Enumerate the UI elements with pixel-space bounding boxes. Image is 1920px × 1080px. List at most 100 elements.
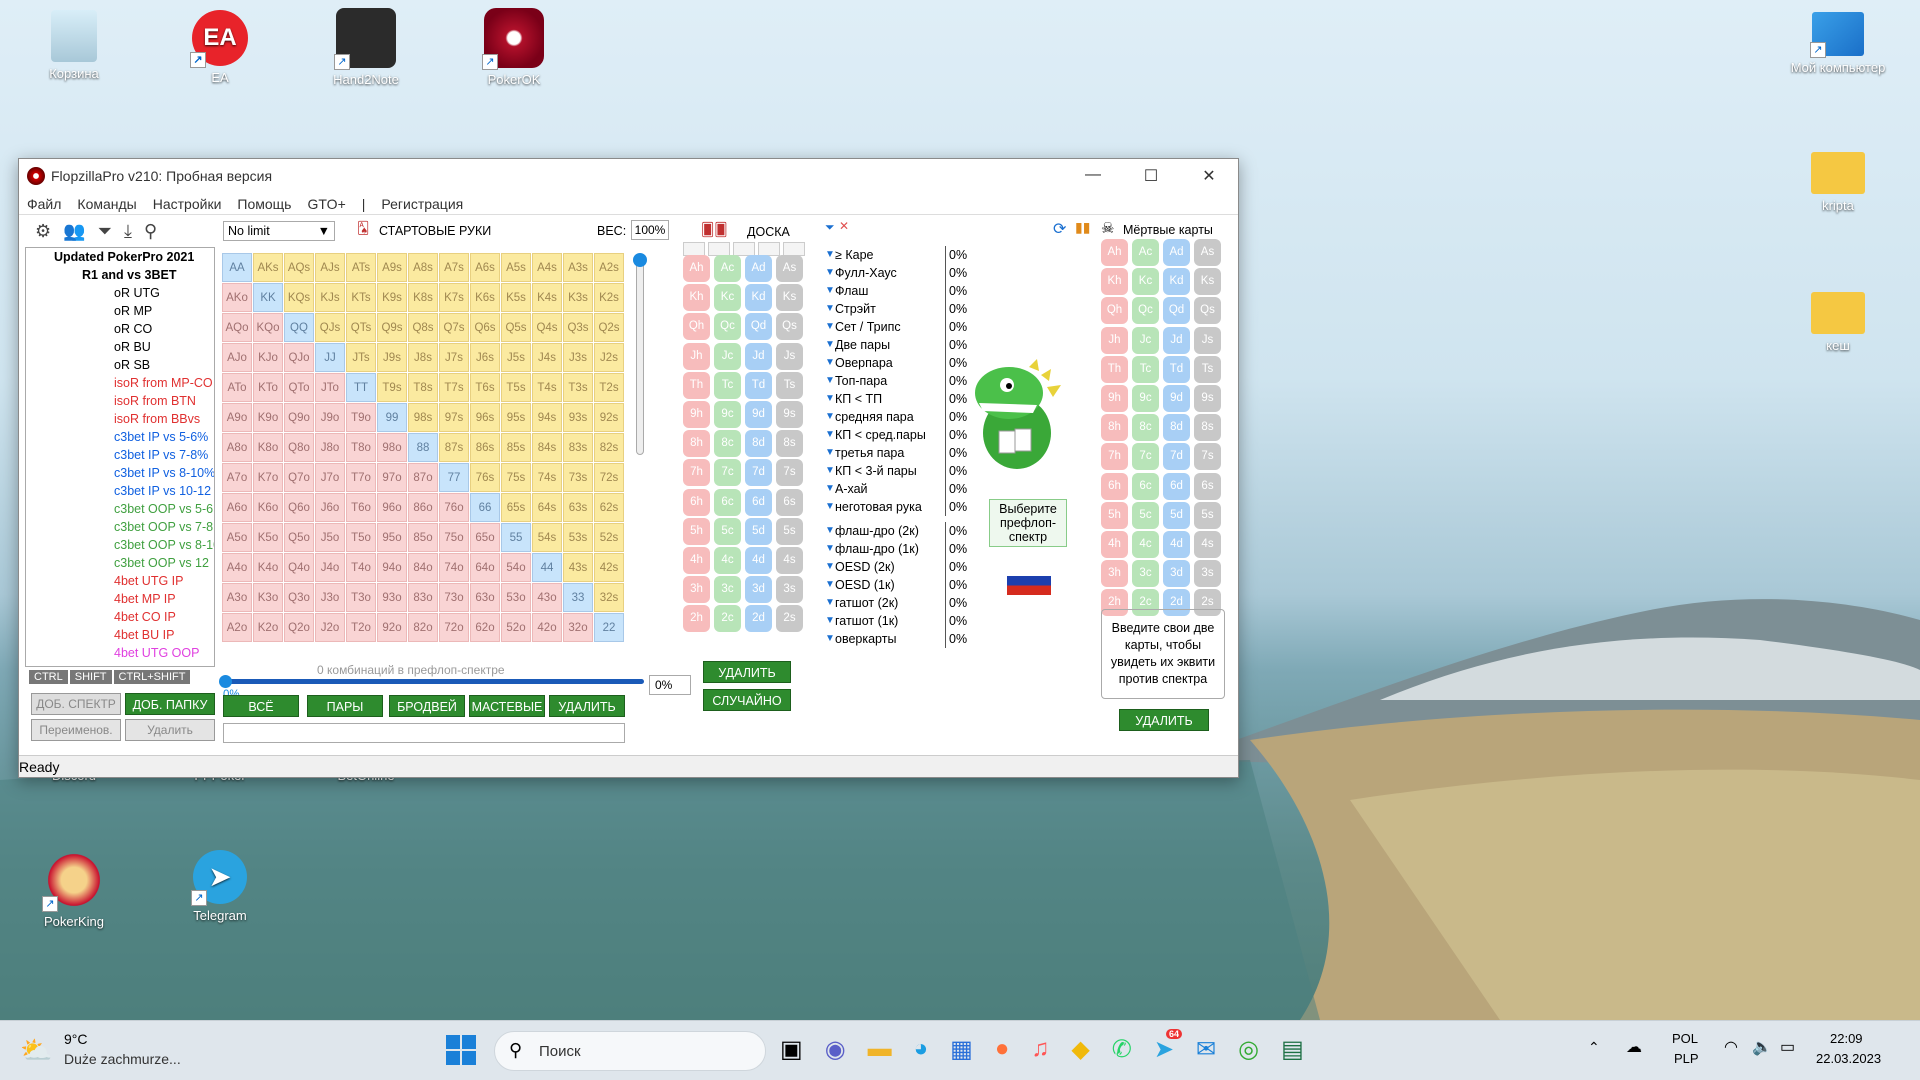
dead-cards-delete-button[interactable]: УДАЛИТЬ [1119, 709, 1209, 731]
hand-cell[interactable]: Q3o [284, 583, 314, 612]
hand-cell[interactable]: 99 [377, 403, 407, 432]
hand-cell[interactable]: 94o [377, 553, 407, 582]
stat-row[interactable]: ▼ Флаш 0% [825, 282, 967, 300]
card-Jc[interactable]: Jc [714, 342, 741, 370]
hand-cell[interactable]: KQo [253, 313, 283, 342]
stat-row[interactable]: ▼ Фулл-Хаус 0% [825, 264, 967, 282]
tree-folder[interactable]: R1 and vs 3BET [26, 266, 214, 284]
card-5c[interactable]: 5c [714, 517, 741, 545]
card-Qh[interactable]: Qh [1101, 297, 1128, 325]
tree-item[interactable]: isoR from MP-CO [26, 374, 214, 392]
mail-icon[interactable]: ✉ [1196, 1035, 1216, 1064]
equity-hint-box[interactable]: Введите свои две карты, чтобы увидеть их… [1101, 609, 1225, 699]
hand-cell[interactable]: AQo [222, 313, 252, 342]
hand-cell[interactable]: A8o [222, 433, 252, 462]
filter-icon[interactable]: ▼ [825, 594, 835, 612]
menu-registration[interactable]: Регистрация [373, 196, 471, 212]
hand-cell[interactable]: T7s [439, 373, 469, 402]
card-6s[interactable]: 6s [776, 488, 803, 516]
menu-help[interactable]: Помощь [229, 196, 299, 212]
card-5h[interactable]: 5h [1101, 501, 1128, 529]
tree-item[interactable]: c3bet OOP vs 7-8 [26, 518, 214, 536]
tree-item[interactable]: oR BU [26, 338, 214, 356]
lang-2[interactable]: PLP [1674, 1051, 1699, 1066]
hand-cell[interactable]: 54s [532, 523, 562, 552]
desktop-icon-telegram[interactable]: ➤ ↗ Telegram [172, 850, 268, 923]
hand-cell[interactable]: 88 [408, 433, 438, 462]
edge-icon[interactable]: ◕ [914, 1035, 929, 1064]
card-7h[interactable]: 7h [683, 459, 710, 487]
stat-row[interactable]: ▼ флаш-дро (1к) 0% [825, 540, 967, 558]
hand-cell[interactable]: 62s [594, 493, 624, 522]
stat-row[interactable]: ▼ КП < сред.пары 0% [825, 426, 967, 444]
hand-cell[interactable]: J2s [594, 343, 624, 372]
hand-cell[interactable]: K7o [253, 463, 283, 492]
hand-cell[interactable]: A6s [470, 253, 500, 282]
russian-flag-icon[interactable] [1007, 567, 1051, 595]
hand-cell[interactable]: A5s [501, 253, 531, 282]
board-random-button[interactable]: СЛУЧАЙНО [703, 689, 791, 711]
hand-cell[interactable]: J4s [532, 343, 562, 372]
hand-cell[interactable]: Q5o [284, 523, 314, 552]
import-icon[interactable]: ⤓ [124, 221, 132, 242]
filter-icon[interactable]: ▼ [825, 408, 835, 426]
hand-cell[interactable]: 97o [377, 463, 407, 492]
hand-cell[interactable]: 94s [532, 403, 562, 432]
hand-cell[interactable]: T4o [346, 553, 376, 582]
card-7c[interactable]: 7c [714, 459, 741, 487]
hand-cell[interactable]: Q8o [284, 433, 314, 462]
card-Qs[interactable]: Qs [1194, 297, 1221, 325]
gear-icon[interactable]: ⚙ [35, 221, 51, 242]
stat-row[interactable]: ▼ КП < ТП 0% [825, 390, 967, 408]
card-Kh[interactable]: Kh [1101, 268, 1128, 296]
battery-icon[interactable]: ▭ [1780, 1037, 1795, 1057]
card-2s[interactable]: 2s [776, 605, 803, 633]
card-Jc[interactable]: Jc [1132, 326, 1159, 354]
card-Ad[interactable]: Ad [1163, 239, 1190, 266]
desktop-icon-my-computer[interactable]: ↗ Мой компьютер [1788, 12, 1888, 75]
hand-cell[interactable]: 82s [594, 433, 624, 462]
range-tree[interactable]: Updated PokerPro 2021 R1 and vs 3BET oR … [25, 247, 215, 667]
filter-icon[interactable]: ▼ [825, 246, 835, 264]
filter-icon[interactable]: ▼ [825, 444, 835, 462]
tree-item[interactable]: isoR from BTN [26, 392, 214, 410]
hand-cell[interactable]: AKs [253, 253, 283, 282]
hand-cell[interactable]: T9s [377, 373, 407, 402]
board-slot[interactable] [708, 242, 730, 256]
tree-item[interactable]: c3bet OOP vs 5-6 [26, 500, 214, 518]
card-3s[interactable]: 3s [1194, 560, 1221, 588]
delete-range-button[interactable]: Удалить [125, 719, 215, 741]
filter-icon[interactable]: ▼ [825, 336, 835, 354]
hand-cell[interactable]: JTs [346, 343, 376, 372]
card-Ks[interactable]: Ks [776, 284, 803, 312]
menu-gto[interactable]: GTO+ [299, 196, 353, 212]
hand-cell[interactable]: 53o [501, 583, 531, 612]
hand-cell[interactable]: AKo [222, 283, 252, 312]
hand-cell[interactable]: 62o [470, 613, 500, 642]
hand-cell[interactable]: J2o [315, 613, 345, 642]
game-select[interactable]: No limit ▼ [223, 221, 335, 241]
card-8h[interactable]: 8h [683, 430, 710, 458]
hand-cell[interactable]: A5o [222, 523, 252, 552]
hand-cell[interactable]: A8s [408, 253, 438, 282]
card-3c[interactable]: 3c [714, 576, 741, 604]
tree-item[interactable]: oR UTG [26, 284, 214, 302]
hand-cell[interactable]: K5s [501, 283, 531, 312]
card-Kc[interactable]: Kc [714, 284, 741, 312]
hand-cell[interactable]: K6s [470, 283, 500, 312]
hand-cell[interactable]: K5o [253, 523, 283, 552]
hand-cell[interactable]: 43o [532, 583, 562, 612]
hand-cell[interactable]: J9o [315, 403, 345, 432]
users-icon[interactable]: 👥 [63, 221, 85, 242]
hand-cell[interactable]: 22 [594, 613, 624, 642]
hand-cell[interactable]: K9s [377, 283, 407, 312]
filter-icon[interactable]: ▼ [825, 372, 835, 390]
hand-cell[interactable]: ATs [346, 253, 376, 282]
tree-item[interactable]: c3bet OOP vs 8-10 [26, 536, 214, 554]
hand-cell[interactable]: 87o [408, 463, 438, 492]
desktop-icon-hand2note[interactable]: ↗ Hand2Note [318, 8, 414, 87]
card-4h[interactable]: 4h [1101, 531, 1128, 558]
hand-cell[interactable]: 73o [439, 583, 469, 612]
card-Tc[interactable]: Tc [714, 371, 741, 399]
stat-row[interactable]: ▼ OESD (1к) 0% [825, 576, 967, 594]
